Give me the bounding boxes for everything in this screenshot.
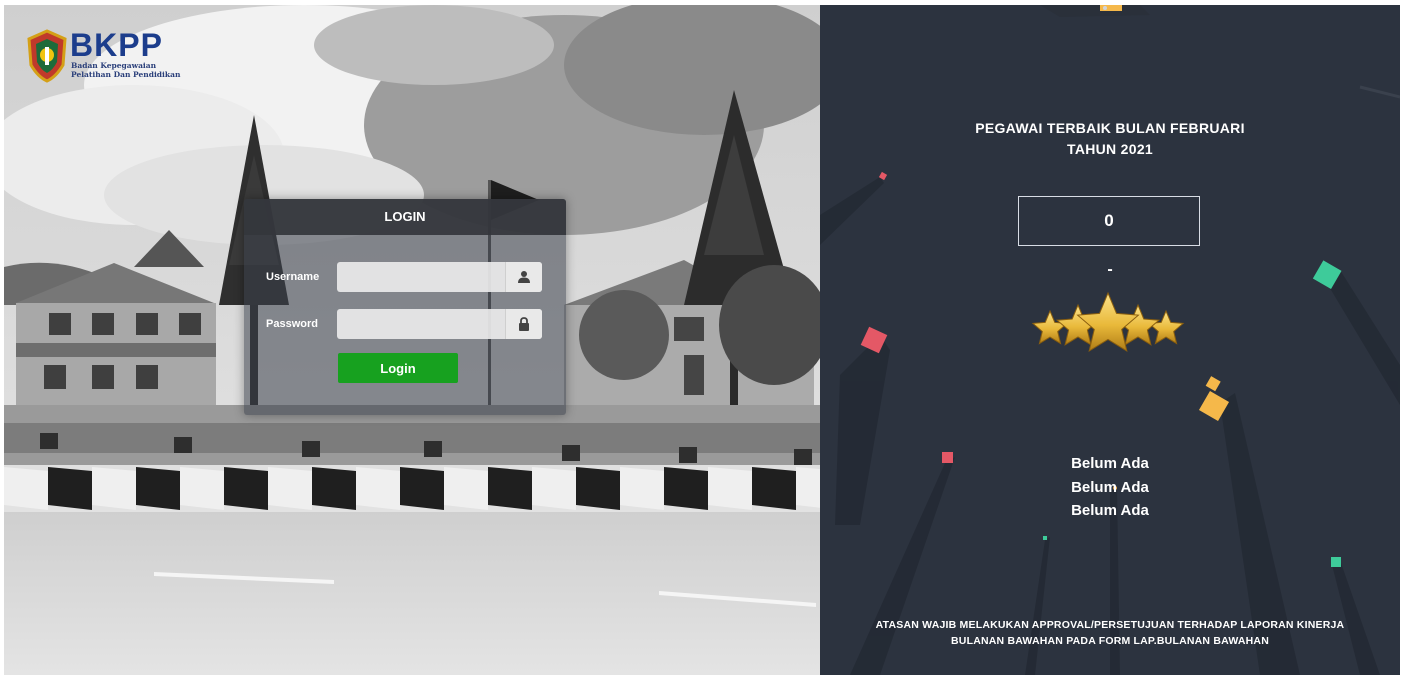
lock-icon xyxy=(505,309,542,339)
brand-name: BKPP xyxy=(70,27,163,63)
login-header: LOGIN xyxy=(244,199,566,235)
employee-name-1: Belum Ada xyxy=(1071,455,1149,472)
username-row: Username xyxy=(244,262,566,294)
star-icon xyxy=(1147,309,1185,345)
best-employee-title-line1: PEGAWAI TERBAIK BULAN FEBRUARI xyxy=(975,120,1245,136)
login-button[interactable]: Login xyxy=(338,353,458,383)
password-label: Password xyxy=(266,318,318,330)
brand-subtitle-line1: Badan Kepegawaian xyxy=(71,61,157,70)
employee-names-list: Belum Ada Belum Ada Belum Ada xyxy=(820,452,1400,523)
rating-stars xyxy=(1028,291,1188,366)
best-employee-title-line2: TAHUN 2021 xyxy=(1067,141,1153,157)
score-box: 0 xyxy=(1018,196,1200,246)
star-icon xyxy=(1031,309,1069,345)
bkpp-logo: BKPP Badan Kepegawaian Pelatihan Dan Pen… xyxy=(26,27,196,87)
approval-notice-line1: ATASAN WAJIB MELAKUKAN APPROVAL/PERSETUJ… xyxy=(875,619,1345,631)
password-row: Password xyxy=(244,309,566,341)
crest-icon xyxy=(27,29,67,83)
username-input[interactable] xyxy=(337,262,505,292)
best-employee-title: PEGAWAI TERBAIK BULAN FEBRUARI TAHUN 202… xyxy=(820,118,1400,160)
background-photo-panel: BKPP Badan Kepegawaian Pelatihan Dan Pen… xyxy=(4,5,820,675)
username-label: Username xyxy=(266,271,320,283)
password-field-group xyxy=(337,309,542,339)
employee-name-3: Belum Ada xyxy=(1071,502,1149,519)
approval-notice: ATASAN WAJIB MELAKUKAN APPROVAL/PERSETUJ… xyxy=(820,617,1400,649)
best-employee-panel: PEGAWAI TERBAIK BULAN FEBRUARI TAHUN 202… xyxy=(820,5,1400,675)
username-field-group xyxy=(337,262,542,292)
employee-name-placeholder: - xyxy=(1107,261,1113,278)
approval-notice-line2: BULANAN BAWAHAN PADA FORM LAP.BULANAN BA… xyxy=(951,635,1269,647)
password-input[interactable] xyxy=(337,309,505,339)
brand-subtitle-line2: Pelatihan Dan Pendidikan xyxy=(71,70,181,79)
login-panel: LOGIN Username Password Login xyxy=(244,199,566,415)
user-icon xyxy=(505,262,542,292)
brand-subtitle: Badan Kepegawaian Pelatihan Dan Pendidik… xyxy=(71,61,180,79)
employee-name-2: Belum Ada xyxy=(1071,478,1149,496)
